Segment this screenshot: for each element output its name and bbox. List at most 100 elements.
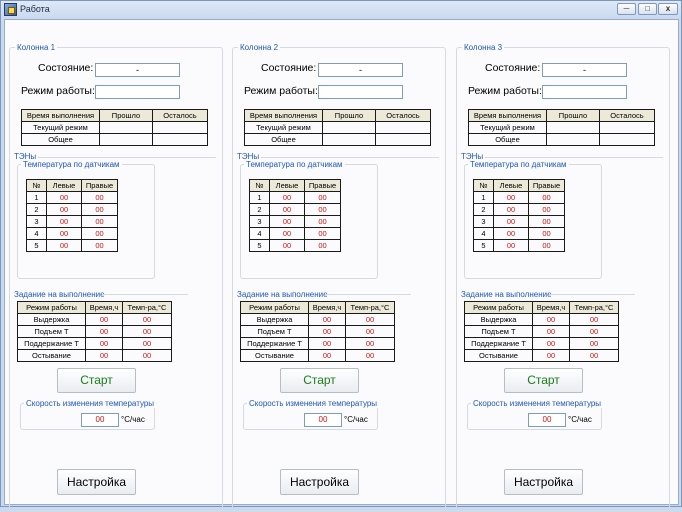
table-cell: Поддержание Т <box>240 337 309 350</box>
column-header: № <box>26 179 47 192</box>
state-label: Состояние: <box>261 62 317 74</box>
table-cell: Остывание <box>464 349 533 362</box>
table-row: Поддержание Т 00 00 <box>240 337 395 350</box>
sensor-table: № Левые Правые 1 00 00 2 00 00 3 00 00 4 00 00 5 00 00 <box>249 179 341 252</box>
column-header: Правые <box>304 179 341 192</box>
table-cell: Текущий режим <box>21 121 100 134</box>
table-row: 2 00 00 <box>249 203 341 216</box>
title-bar[interactable]: Работа ─ □ x <box>1 1 681 19</box>
maximize-button[interactable]: □ <box>638 3 657 15</box>
column-panel-1: Колонна 1 Состояние: - Режим работы: Вре… <box>9 43 223 512</box>
column-header: Режим работы <box>464 301 533 314</box>
table-cell: 1 <box>473 191 494 204</box>
column-header: Левые <box>493 179 529 192</box>
table-cell: 00 <box>304 227 341 240</box>
table-cell: 00 <box>308 349 346 362</box>
table-row: 5 00 00 <box>473 239 565 252</box>
mode-label: Режим работы: <box>468 85 542 97</box>
table-cell: 2 <box>473 203 494 216</box>
table-cell: 00 <box>308 337 346 350</box>
speed-input[interactable]: 00 <box>81 413 119 427</box>
table-cell: 00 <box>46 227 82 240</box>
mode-field <box>542 85 627 99</box>
table-cell: Выдержка <box>17 313 86 326</box>
table-cell: 00 <box>493 215 529 228</box>
client-area: Колонна 1 Состояние: - Режим работы: Вре… <box>4 19 679 512</box>
table-cell: Выдержка <box>464 313 533 326</box>
table-cell: 3 <box>249 215 270 228</box>
table-cell: 5 <box>473 239 494 252</box>
table-cell: 1 <box>26 191 47 204</box>
table-cell: 00 <box>528 227 565 240</box>
settings-button[interactable]: Настройка <box>280 469 359 495</box>
table-row: Подъем Т 00 00 <box>464 325 619 338</box>
table-row: Режим работы Время,ч Темп-ра,°С <box>17 301 172 314</box>
table-row: Общее <box>468 133 655 146</box>
table-cell: Общее <box>468 133 547 146</box>
table-cell: Текущий режим <box>468 121 547 134</box>
column-header: Время выполнения <box>21 109 100 122</box>
column-header: Прошло <box>546 109 600 122</box>
column-header: Прошло <box>322 109 376 122</box>
table-cell: 4 <box>249 227 270 240</box>
table-cell: 00 <box>528 239 565 252</box>
speed-input[interactable]: 00 <box>528 413 566 427</box>
table-row: Общее <box>21 133 208 146</box>
table-cell <box>99 121 153 134</box>
speed-unit: °С/час <box>568 415 592 424</box>
table-cell: 00 <box>493 191 529 204</box>
table-cell: Выдержка <box>240 313 309 326</box>
table-cell: 00 <box>345 325 395 338</box>
sensor-table: № Левые Правые 1 00 00 2 00 00 3 00 00 4 00 00 5 00 00 <box>26 179 118 252</box>
table-row: № Левые Правые <box>473 179 565 192</box>
column-header: Правые <box>81 179 118 192</box>
table-row: Время выполнения Прошло Осталось <box>468 109 655 122</box>
table-row: 3 00 00 <box>249 215 341 228</box>
speed-group-label: Скорость изменения температуры <box>471 399 604 408</box>
table-cell: 5 <box>249 239 270 252</box>
column-header: Осталось <box>375 109 431 122</box>
column-panel-3: Колонна 3 Состояние: - Режим работы: Вре… <box>456 43 670 512</box>
table-cell: 00 <box>345 313 395 326</box>
task-table: Режим работы Время,ч Темп-ра,°С Выдержка… <box>464 301 619 362</box>
sensor-group-label: Температура по датчикам <box>468 160 569 169</box>
table-cell: 2 <box>249 203 270 216</box>
table-cell: 00 <box>345 337 395 350</box>
table-cell: Общее <box>244 133 323 146</box>
table-cell: 00 <box>46 191 82 204</box>
table-row: 2 00 00 <box>473 203 565 216</box>
minimize-button[interactable]: ─ <box>617 3 636 15</box>
column-header: Время выполнения <box>468 109 547 122</box>
table-cell <box>152 121 208 134</box>
settings-button[interactable]: Настройка <box>504 469 583 495</box>
state-label: Состояние: <box>38 62 94 74</box>
speed-group-label: Скорость изменения температуры <box>247 399 380 408</box>
table-row: Поддержание Т 00 00 <box>464 337 619 350</box>
table-cell: Остывание <box>240 349 309 362</box>
table-cell: 00 <box>308 325 346 338</box>
table-row: № Левые Правые <box>26 179 118 192</box>
settings-button[interactable]: Настройка <box>57 469 136 495</box>
table-cell: 00 <box>304 215 341 228</box>
start-button[interactable]: Старт <box>504 368 583 393</box>
column-header: № <box>473 179 494 192</box>
table-cell: 00 <box>81 227 118 240</box>
table-cell: Подъем Т <box>464 325 533 338</box>
start-button[interactable]: Старт <box>57 368 136 393</box>
table-row: Время выполнения Прошло Осталось <box>21 109 208 122</box>
column-header: Осталось <box>152 109 208 122</box>
task-label: Задание на выполнение <box>14 290 105 299</box>
table-row: № Левые Правые <box>249 179 341 192</box>
time-table: Время выполнения Прошло Осталось Текущий… <box>21 109 208 146</box>
close-button[interactable]: x <box>658 3 678 15</box>
table-cell <box>322 121 376 134</box>
table-row: 1 00 00 <box>473 191 565 204</box>
table-cell: 00 <box>46 203 82 216</box>
table-cell: 00 <box>528 203 565 216</box>
table-cell: 00 <box>269 215 305 228</box>
speed-unit: °С/час <box>121 415 145 424</box>
speed-input[interactable]: 00 <box>304 413 342 427</box>
table-row: Подъем Т 00 00 <box>17 325 172 338</box>
mode-field <box>318 85 403 99</box>
start-button[interactable]: Старт <box>280 368 359 393</box>
